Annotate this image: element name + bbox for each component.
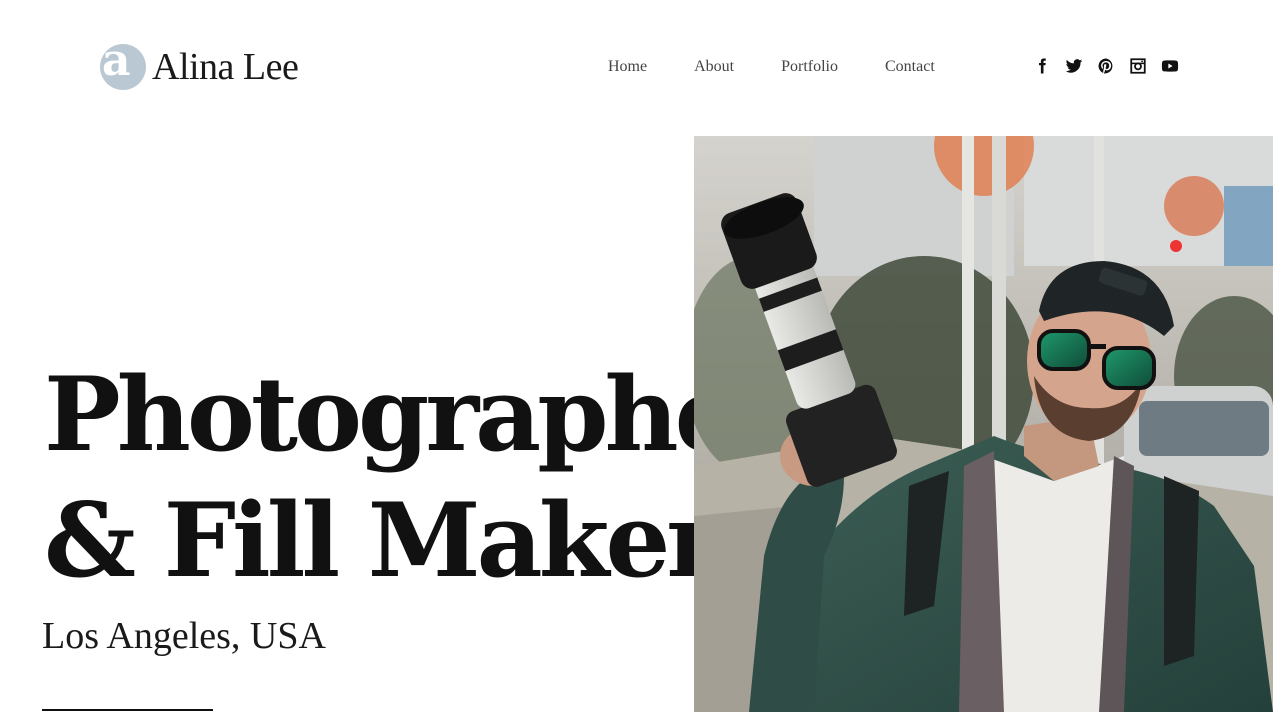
hero-title-line-2: & Fill Maker	[44, 481, 720, 601]
youtube-icon[interactable]	[1161, 57, 1179, 75]
cursor-circle	[399, 343, 549, 493]
nav-contact[interactable]: Contact	[885, 58, 935, 76]
twitter-icon[interactable]	[1065, 57, 1083, 75]
social-links	[1033, 57, 1193, 75]
facebook-icon[interactable]	[1033, 57, 1051, 75]
nav-about[interactable]: About	[694, 58, 734, 76]
hero-divider	[42, 709, 213, 711]
hero-photo	[694, 136, 1273, 712]
hero-text-area: Photographer & Fill Maker Los Angeles, U…	[0, 0, 789, 712]
instagram-icon[interactable]	[1129, 57, 1147, 75]
hero-location: Los Angeles, USA	[42, 615, 326, 657]
pinterest-icon[interactable]	[1097, 57, 1115, 75]
nav-portfolio[interactable]: Portfolio	[781, 58, 838, 76]
